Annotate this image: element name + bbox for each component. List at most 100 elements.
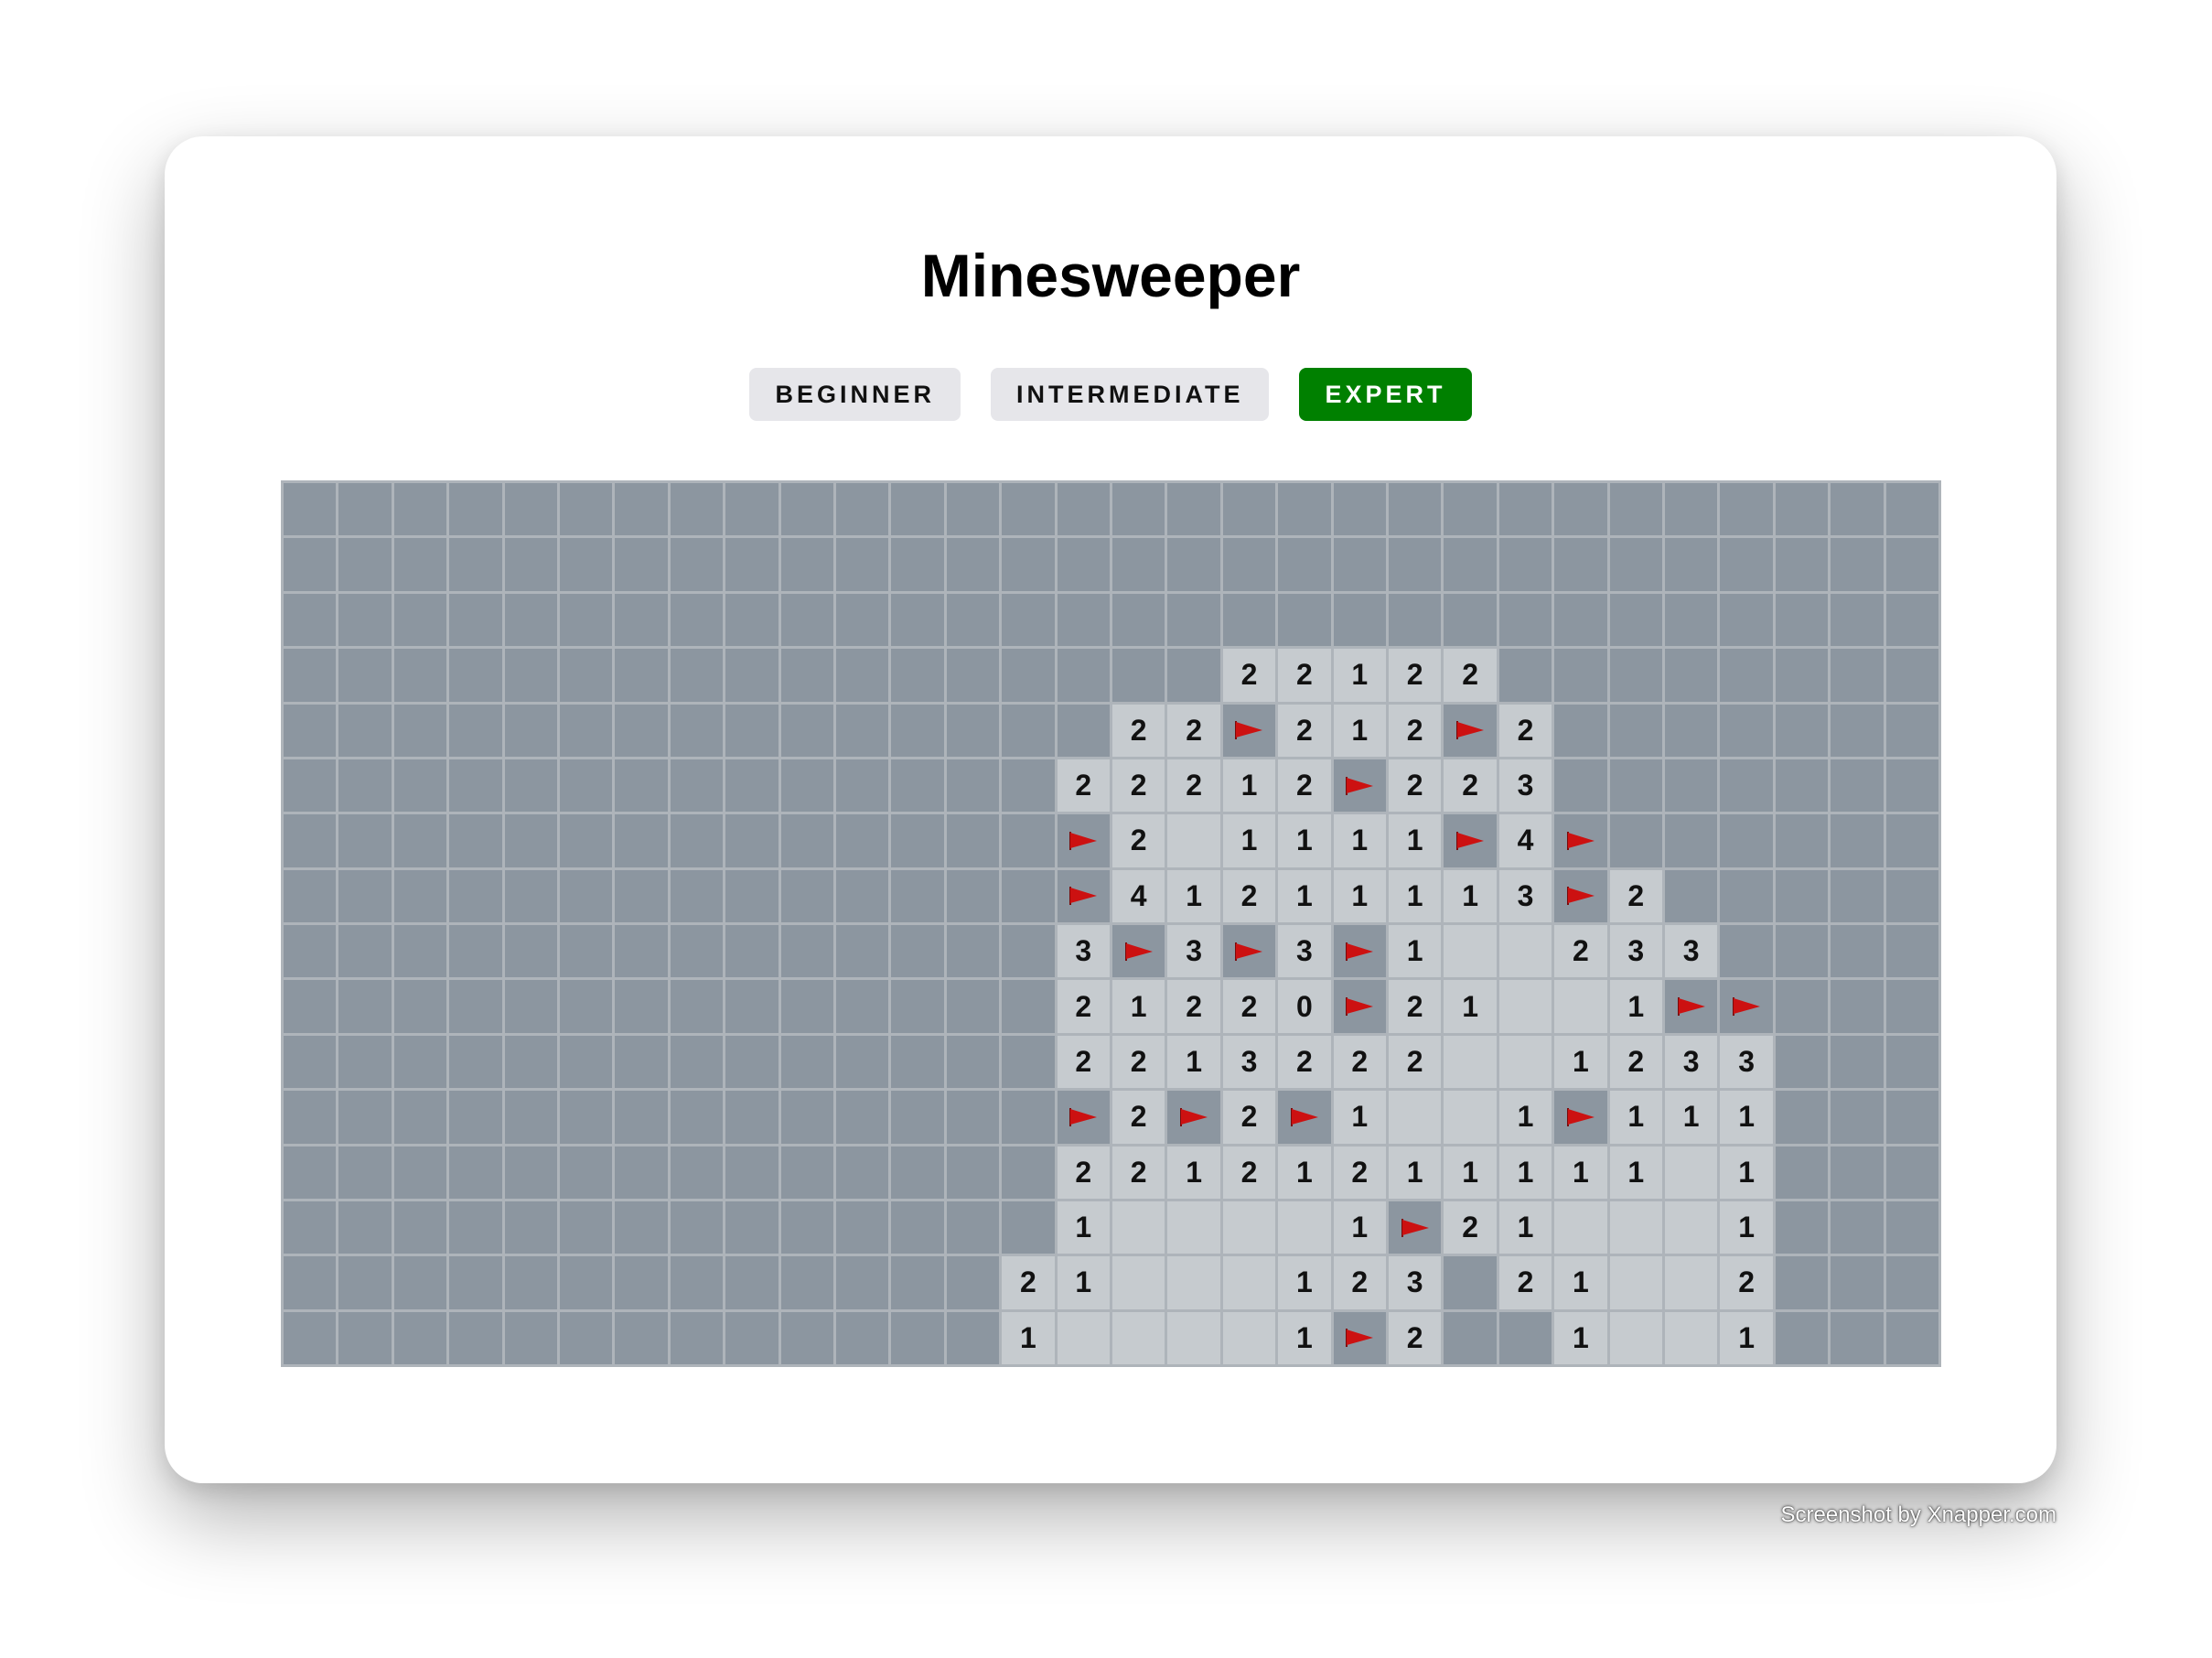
- hidden-cell[interactable]: [780, 980, 833, 1033]
- number-cell[interactable]: 1: [1444, 980, 1497, 1033]
- hidden-cell[interactable]: [1002, 980, 1055, 1033]
- number-cell[interactable]: 3: [1720, 1035, 1773, 1089]
- number-cell[interactable]: 1: [1278, 1311, 1331, 1364]
- hidden-cell[interactable]: [1333, 483, 1386, 536]
- hidden-cell[interactable]: [284, 759, 337, 813]
- hidden-cell[interactable]: [560, 1311, 613, 1364]
- hidden-cell[interactable]: [1609, 538, 1662, 591]
- hidden-cell[interactable]: [1278, 538, 1331, 591]
- hidden-cell[interactable]: [780, 483, 833, 536]
- hidden-cell[interactable]: [449, 649, 502, 702]
- hidden-cell[interactable]: [284, 1146, 337, 1199]
- hidden-cell[interactable]: [284, 1256, 337, 1309]
- hidden-cell[interactable]: [338, 1311, 392, 1364]
- hidden-cell[interactable]: [891, 1035, 944, 1089]
- hidden-cell[interactable]: [1885, 1091, 1938, 1144]
- hidden-cell[interactable]: [615, 925, 668, 978]
- hidden-cell[interactable]: [1885, 1200, 1938, 1254]
- number-cell[interactable]: 3: [1222, 1035, 1276, 1089]
- hidden-cell[interactable]: [725, 1200, 778, 1254]
- hidden-cell[interactable]: [393, 649, 447, 702]
- number-cell[interactable]: 1: [1609, 1146, 1662, 1199]
- flagged-cell[interactable]: [1720, 980, 1773, 1033]
- number-cell[interactable]: 2: [1609, 1035, 1662, 1089]
- hidden-cell[interactable]: [1167, 649, 1220, 702]
- hidden-cell[interactable]: [836, 538, 889, 591]
- hidden-cell[interactable]: [1609, 759, 1662, 813]
- hidden-cell[interactable]: [504, 649, 557, 702]
- hidden-cell[interactable]: [338, 704, 392, 757]
- hidden-cell[interactable]: [1775, 1256, 1829, 1309]
- hidden-cell[interactable]: [1167, 593, 1220, 647]
- hidden-cell[interactable]: [670, 649, 724, 702]
- number-cell[interactable]: 2: [1333, 1146, 1386, 1199]
- hidden-cell[interactable]: [1057, 483, 1110, 536]
- hidden-cell[interactable]: [1720, 759, 1773, 813]
- number-cell[interactable]: 2: [1222, 649, 1276, 702]
- hidden-cell[interactable]: [449, 704, 502, 757]
- number-cell[interactable]: 1: [1278, 1256, 1331, 1309]
- open-cell[interactable]: [1222, 1256, 1276, 1309]
- hidden-cell[interactable]: [725, 538, 778, 591]
- hidden-cell[interactable]: [449, 593, 502, 647]
- number-cell[interactable]: 3: [1665, 925, 1718, 978]
- hidden-cell[interactable]: [1775, 1091, 1829, 1144]
- number-cell[interactable]: 2: [1278, 1035, 1331, 1089]
- hidden-cell[interactable]: [891, 483, 944, 536]
- hidden-cell[interactable]: [836, 759, 889, 813]
- number-cell[interactable]: 1: [1057, 1256, 1110, 1309]
- number-cell[interactable]: 3: [1278, 925, 1331, 978]
- hidden-cell[interactable]: [891, 538, 944, 591]
- number-cell[interactable]: 2: [1112, 1146, 1165, 1199]
- hidden-cell[interactable]: [1002, 869, 1055, 922]
- hidden-cell[interactable]: [1057, 704, 1110, 757]
- hidden-cell[interactable]: [1885, 538, 1938, 591]
- flagged-cell[interactable]: [1057, 869, 1110, 922]
- open-cell[interactable]: [1665, 1146, 1718, 1199]
- hidden-cell[interactable]: [393, 869, 447, 922]
- hidden-cell[interactable]: [1112, 538, 1165, 591]
- beginner-button[interactable]: BEGINNER: [749, 368, 961, 421]
- hidden-cell[interactable]: [1831, 483, 1884, 536]
- number-cell[interactable]: 2: [1057, 759, 1110, 813]
- number-cell[interactable]: 2: [1112, 704, 1165, 757]
- hidden-cell[interactable]: [560, 1200, 613, 1254]
- hidden-cell[interactable]: [670, 1256, 724, 1309]
- hidden-cell[interactable]: [338, 1035, 392, 1089]
- hidden-cell[interactable]: [284, 649, 337, 702]
- hidden-cell[interactable]: [1167, 538, 1220, 591]
- hidden-cell[interactable]: [1002, 1091, 1055, 1144]
- hidden-cell[interactable]: [1112, 593, 1165, 647]
- number-cell[interactable]: 1: [1554, 1146, 1607, 1199]
- hidden-cell[interactable]: [504, 593, 557, 647]
- number-cell[interactable]: 1: [1333, 814, 1386, 867]
- hidden-cell[interactable]: [1720, 704, 1773, 757]
- number-cell[interactable]: 2: [1112, 814, 1165, 867]
- number-cell[interactable]: 2: [1389, 1035, 1442, 1089]
- hidden-cell[interactable]: [1831, 925, 1884, 978]
- flagged-cell[interactable]: [1444, 814, 1497, 867]
- hidden-cell[interactable]: [560, 1256, 613, 1309]
- hidden-cell[interactable]: [504, 925, 557, 978]
- hidden-cell[interactable]: [891, 704, 944, 757]
- flagged-cell[interactable]: [1444, 704, 1497, 757]
- hidden-cell[interactable]: [670, 1311, 724, 1364]
- hidden-cell[interactable]: [725, 1311, 778, 1364]
- hidden-cell[interactable]: [449, 925, 502, 978]
- hidden-cell[interactable]: [1665, 759, 1718, 813]
- number-cell[interactable]: 2: [1609, 869, 1662, 922]
- number-cell[interactable]: 1: [1554, 1311, 1607, 1364]
- hidden-cell[interactable]: [836, 704, 889, 757]
- hidden-cell[interactable]: [1389, 538, 1442, 591]
- hidden-cell[interactable]: [504, 869, 557, 922]
- open-cell[interactable]: [1278, 1200, 1331, 1254]
- hidden-cell[interactable]: [1498, 483, 1552, 536]
- hidden-cell[interactable]: [449, 1256, 502, 1309]
- hidden-cell[interactable]: [946, 759, 1000, 813]
- number-cell[interactable]: 1: [1444, 869, 1497, 922]
- hidden-cell[interactable]: [946, 925, 1000, 978]
- hidden-cell[interactable]: [1665, 593, 1718, 647]
- flagged-cell[interactable]: [1554, 814, 1607, 867]
- hidden-cell[interactable]: [560, 1091, 613, 1144]
- number-cell[interactable]: 1: [1389, 925, 1442, 978]
